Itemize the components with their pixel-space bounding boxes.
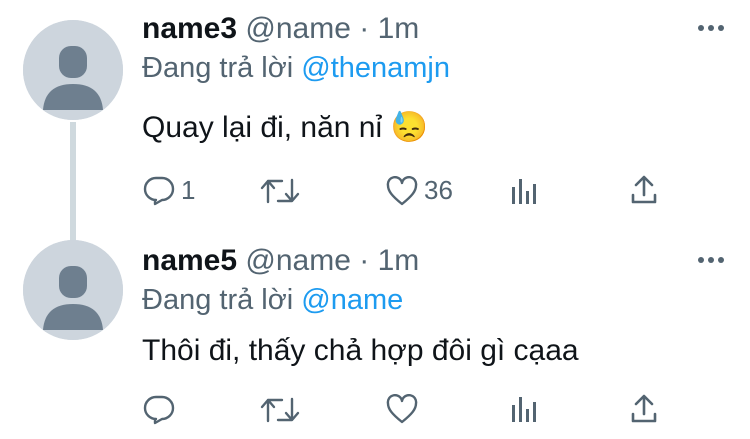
reply-context: Đang trả lời @name [142,283,403,317]
reply-prefix: Đang trả lời [142,284,294,316]
separator-dot: · [359,12,370,45]
like-icon [386,175,418,205]
share-button[interactable] [630,175,658,205]
analytics-button[interactable] [511,177,537,205]
tweet[interactable]: name5 @name · 1m Đang trả lời @name Thôi… [0,222,750,439]
retweet-button[interactable] [260,176,306,206]
tweet-header: name3 @name · 1m [142,12,419,46]
analytics-icon [512,179,536,204]
reply-prefix: Đang trả lời [142,52,294,84]
share-icon [631,175,657,204]
share-button[interactable] [630,394,658,424]
avatar[interactable] [23,20,123,120]
like-icon [386,394,418,424]
more-icon[interactable] [698,23,724,33]
user-handle[interactable]: @name [245,244,351,277]
reply-mention-link[interactable]: @thenamjn [301,52,450,84]
timestamp[interactable]: 1m [378,12,420,45]
retweet-icon [260,397,300,423]
tweet[interactable]: name3 @name · 1m Đang trả lời @thenamjn … [0,0,750,242]
retweet-button[interactable] [260,395,306,425]
more-icon[interactable] [698,255,724,265]
tweet-header: name5 @name · 1m [142,244,419,278]
reply-context: Đang trả lời @thenamjn [142,51,450,85]
default-avatar-icon [23,20,123,120]
reply-icon [143,176,175,206]
display-name[interactable]: name5 [142,244,237,277]
reply-icon [143,395,175,425]
display-name[interactable]: name3 [142,12,237,45]
like-button[interactable]: 36 [386,175,453,206]
share-icon [631,394,657,423]
reply-mention-link[interactable]: @name [301,284,403,316]
reply-button[interactable] [143,393,181,425]
default-avatar-icon [23,240,123,340]
like-count: 36 [424,175,453,205]
avatar[interactable] [23,240,123,340]
tweet-text: Quay lại đi, năn nỉ 😓 [142,111,428,144]
like-button[interactable] [386,394,424,424]
tweet-text: Thôi đi, thấy chả hợp đôi gì cạaa [142,334,579,367]
reply-button[interactable]: 1 [143,174,195,206]
timestamp[interactable]: 1m [378,244,420,277]
analytics-button[interactable] [511,395,537,423]
separator-dot: · [359,244,370,277]
user-handle[interactable]: @name [245,12,351,45]
reply-count: 1 [181,174,196,205]
analytics-icon [512,397,536,422]
retweet-icon [260,178,300,204]
